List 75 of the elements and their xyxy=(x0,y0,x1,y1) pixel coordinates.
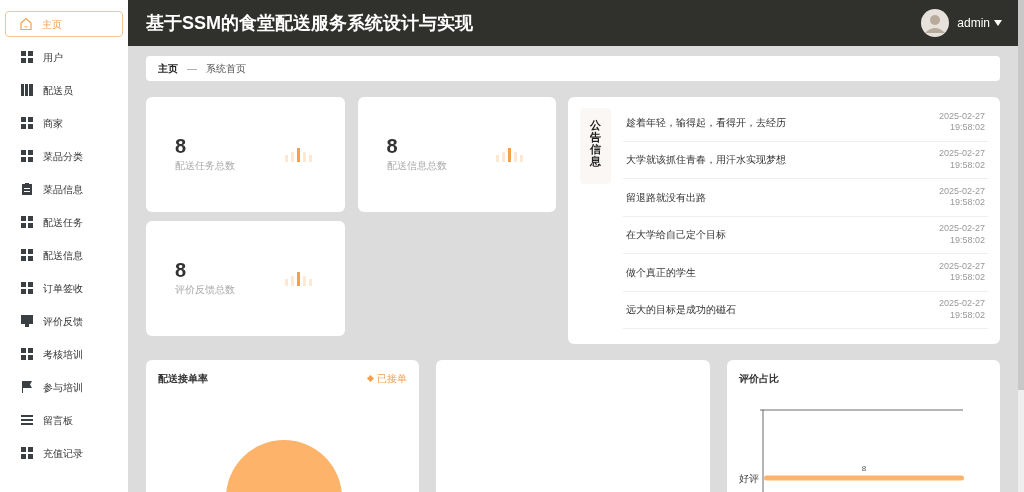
notice-text: 大学就该抓住青春，用汗水实现梦想 xyxy=(626,153,786,168)
sidebar-item[interactable]: 配送员 xyxy=(5,77,123,103)
grid-icon xyxy=(20,446,34,460)
sidebar-item[interactable]: 用户 xyxy=(5,44,123,70)
sidebar-item[interactable]: 考核培训 xyxy=(5,341,123,367)
notice-date: 2025-02-27 xyxy=(938,223,985,235)
notice-date: 2025-02-27 xyxy=(938,298,985,310)
stat-label: 配送信息总数 xyxy=(386,159,447,173)
bar-chart-icon xyxy=(496,147,526,162)
stat-label: 配送任务总数 xyxy=(175,159,235,173)
notice-date: 2025-02-27 xyxy=(938,185,985,198)
data-label: 8 xyxy=(861,464,866,473)
legend-label: 已接单 xyxy=(377,372,408,386)
breadcrumb-link[interactable]: 主页 xyxy=(158,61,178,76)
breadcrumb-current: 系统首页 xyxy=(206,62,246,76)
avatar-icon xyxy=(921,9,950,37)
stat-value: 8 xyxy=(386,136,399,156)
notice-row[interactable]: 在大学给自己定个目标 2025-02-27 19:58:02 xyxy=(623,216,988,254)
grid-icon xyxy=(20,215,34,229)
breadcrumb-separator: — xyxy=(187,62,197,76)
notice-date: 2025-02-27 xyxy=(938,148,985,160)
flag-icon xyxy=(20,380,34,394)
sidebar-item[interactable]: 充值记录 xyxy=(5,440,123,466)
sidebar-item[interactable]: 评价反馈 xyxy=(5,308,123,334)
notice-text: 留退路就没有出路 xyxy=(626,190,706,205)
app-title: 基于SSM的食堂配送服务系统设计与实现 xyxy=(146,11,473,35)
sidebar-item[interactable]: 订单签收 xyxy=(5,275,123,301)
monitor-icon xyxy=(20,314,34,328)
notice-time: 19:58:02 xyxy=(949,272,985,284)
axis-label: 好评 xyxy=(738,472,759,484)
notice-row[interactable]: 趁着年轻，输得起，看得开，去经历 2025-02-27 19:58:02 xyxy=(623,104,988,142)
grid-icon xyxy=(20,281,34,295)
notice-date: 2025-02-27 xyxy=(938,110,985,123)
notice-row[interactable]: 远大的目标是成功的磁石 2025-02-27 19:58:02 xyxy=(623,291,988,329)
caret-icon xyxy=(994,20,1002,26)
notice-text: 做个真正的学生 xyxy=(626,265,696,280)
grid-icon xyxy=(20,347,34,361)
notice-row[interactable]: 大学就该抓住青春，用汗水实现梦想 2025-02-27 19:58:02 xyxy=(623,141,988,179)
sidebar-item[interactable]: 留言板 xyxy=(5,407,123,433)
notice-time: 19:58:02 xyxy=(949,197,985,209)
grid-icon xyxy=(20,116,34,130)
notice-time: 19:58:02 xyxy=(949,159,985,172)
clipboard-icon xyxy=(20,182,34,196)
notice-time: 19:58:02 xyxy=(949,122,985,134)
notice-text: 远大的目标是成功的磁石 xyxy=(626,303,736,318)
notice-text: 趁着年轻，输得起，看得开，去经历 xyxy=(626,115,786,130)
legend-marker-icon xyxy=(367,374,375,383)
notice-time: 19:58:02 xyxy=(949,234,985,247)
sidebar-item[interactable]: 菜品信息 xyxy=(5,176,123,202)
books-icon xyxy=(20,83,34,97)
bar-chart-icon xyxy=(284,147,315,162)
notice-title: 公告信息 xyxy=(590,119,601,170)
notice-row[interactable]: 做个真正的学生 2025-02-27 19:58:02 xyxy=(623,254,988,292)
chart-title: 配送接单率 xyxy=(158,372,208,386)
sidebar-item[interactable]: 配送信息 xyxy=(5,242,123,268)
stat-value: 8 xyxy=(175,260,188,280)
list-icon xyxy=(20,413,34,427)
notice-time: 19:58:02 xyxy=(949,309,985,322)
sidebar-item[interactable]: 参与培训 xyxy=(5,374,123,400)
user-menu[interactable]: admin xyxy=(957,14,1002,32)
grid-icon xyxy=(20,50,34,64)
grid-icon xyxy=(20,248,34,262)
stat-label: 评价反馈总数 xyxy=(175,283,235,297)
scrollbar[interactable] xyxy=(1018,0,1024,492)
stat-value: 8 xyxy=(175,136,188,156)
notice-text: 在大学给自己定个目标 xyxy=(626,228,726,243)
grid-icon xyxy=(20,149,34,163)
sidebar-item[interactable]: 配送任务 xyxy=(5,209,123,235)
notice-row[interactable]: 留退路就没有出路 2025-02-27 19:58:02 xyxy=(623,179,988,217)
home-icon xyxy=(19,17,33,31)
sidebar-item[interactable]: 商家 xyxy=(5,110,123,136)
chart-title: 评价占比 xyxy=(738,372,780,386)
notice-date: 2025-02-27 xyxy=(938,260,985,273)
bar-chart-icon xyxy=(284,271,315,286)
sidebar-item[interactable]: 菜品分类 xyxy=(5,143,123,169)
